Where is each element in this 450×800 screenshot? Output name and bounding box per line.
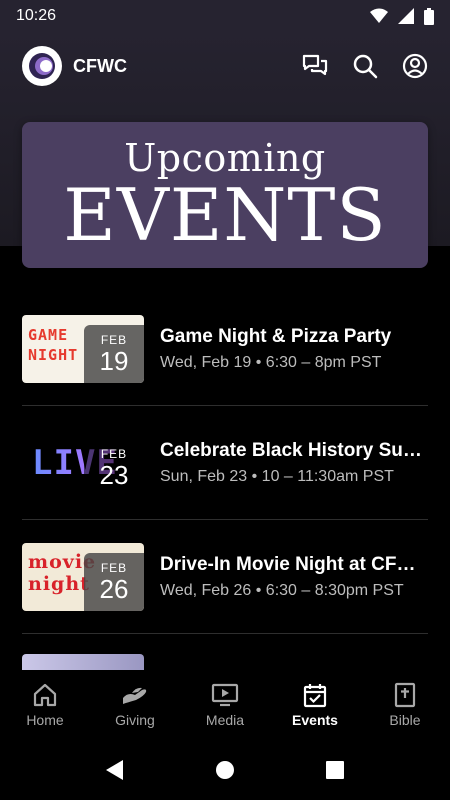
status-time: 10:26 [16, 7, 57, 24]
battery-icon [424, 7, 434, 25]
event-datetime: Wed, Feb 19 • 6:30 – 8pm PST [160, 353, 382, 371]
event-thumbnail [22, 654, 144, 670]
date-badge: FEB 23 [84, 438, 144, 497]
church-logo[interactable] [22, 46, 62, 86]
chat-icon [302, 54, 328, 76]
search-icon [353, 54, 378, 79]
event-datetime: Wed, Feb 26 • 6:30 – 8:30pm PST [160, 581, 404, 599]
media-play-icon [211, 683, 239, 707]
event-title: Drive-In Movie Night at CFWC [160, 553, 428, 575]
logo-icon [29, 53, 55, 79]
giving-hand-icon [123, 687, 147, 704]
date-day: 26 [99, 573, 129, 604]
nav-events-label: Events [292, 712, 338, 728]
event-item[interactable]: movie night FEB 26 Drive-In Movie Night … [22, 520, 428, 634]
date-badge: FEB 26 [84, 552, 144, 611]
chat-button[interactable] [302, 54, 328, 78]
nav-giving[interactable]: Giving [90, 670, 180, 740]
nav-media-label: Media [205, 712, 245, 728]
recents-icon[interactable] [325, 760, 345, 780]
banner-line-2: EVENTS [63, 173, 387, 257]
nav-bible-label: Bible [389, 712, 421, 728]
home-icon [33, 683, 57, 707]
calendar-icon [303, 684, 327, 708]
search-button[interactable] [352, 53, 378, 79]
event-item-partial[interactable] [22, 634, 428, 674]
date-day: 23 [99, 459, 129, 490]
date-month: FEB [100, 446, 128, 461]
signal-icon [398, 8, 414, 24]
event-thumbnail: LIVE FEB 23 [22, 428, 144, 497]
status-icons [370, 7, 434, 25]
date-badge: FEB 19 [84, 324, 144, 383]
system-navigation-bar [0, 740, 450, 800]
back-icon[interactable] [105, 759, 125, 781]
nav-home[interactable]: Home [0, 670, 90, 740]
event-item[interactable]: GAME NIGHT FEB 19 Game Night & Pizza Par… [22, 292, 428, 406]
status-bar: 10:26 [0, 0, 450, 32]
nav-home-label: Home [26, 712, 64, 728]
upcoming-events-banner: Upcoming EVENTS [22, 122, 428, 268]
event-thumbnail: movie night FEB 26 [22, 542, 144, 611]
nav-media[interactable]: Media [180, 670, 270, 740]
date-day: 19 [99, 345, 129, 376]
bible-icon [394, 682, 416, 708]
wifi-icon [370, 8, 388, 23]
nav-giving-label: Giving [115, 712, 155, 728]
home-circle-icon[interactable] [215, 760, 235, 780]
nav-bible[interactable]: Bible [360, 670, 450, 740]
banner-line-1: Upcoming [124, 136, 326, 180]
event-thumbnail: GAME NIGHT FEB 19 [22, 314, 144, 383]
app-header: CFWC [0, 32, 450, 100]
event-list: GAME NIGHT FEB 19 Game Night & Pizza Par… [22, 292, 428, 674]
profile-button[interactable] [402, 53, 428, 79]
date-month: FEB [100, 560, 128, 575]
bottom-navigation: Home Giving Media Events Bible [0, 670, 450, 740]
profile-icon [402, 53, 428, 79]
date-month: FEB [100, 332, 128, 347]
event-datetime: Sun, Feb 23 • 10 – 11:30am PST [160, 467, 394, 485]
app-title: CFWC [73, 55, 127, 76]
nav-events[interactable]: Events [270, 670, 360, 740]
event-item[interactable]: LIVE FEB 23 Celebrate Black History Sun…… [22, 406, 428, 520]
event-title: Celebrate Black History Sun… [160, 439, 428, 461]
event-title: Game Night & Pizza Party [160, 325, 392, 347]
